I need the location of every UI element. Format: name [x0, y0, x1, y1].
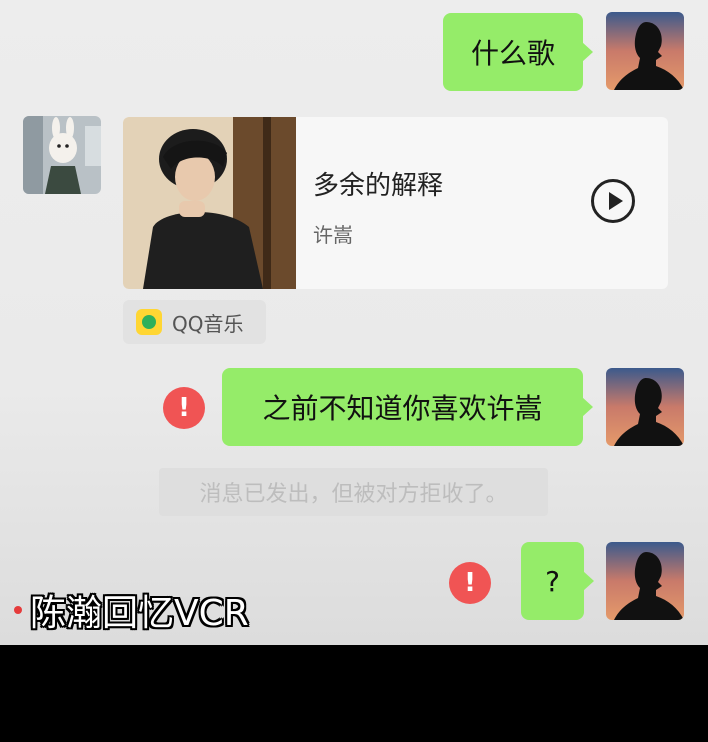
rejection-notice: 消息已发出，但被对方拒收了。: [159, 468, 548, 516]
play-icon[interactable]: [591, 179, 635, 223]
silhouette-avatar-image: [606, 542, 684, 620]
black-bottom-bar: [0, 645, 708, 742]
song-title: 多余的解释: [313, 171, 444, 201]
sent-message-bubble[interactable]: ?: [521, 542, 594, 620]
qq-music-icon: [136, 309, 162, 335]
source-label: QQ音乐: [172, 311, 244, 336]
exclamation-icon[interactable]: !: [449, 562, 491, 604]
song-artist: 许嵩: [313, 223, 353, 247]
silhouette-avatar-image: [606, 368, 684, 446]
message-text: 什么歌: [470, 37, 555, 70]
rabbit-costume-avatar-image: [23, 116, 101, 194]
caption-text: 陈瀚回忆VCR: [30, 593, 249, 634]
sent-message-bubble[interactable]: 什么歌: [443, 13, 593, 91]
message-text: 之前不知道你喜欢许嵩: [262, 392, 543, 425]
exclamation-icon[interactable]: !: [163, 387, 205, 429]
music-share-card[interactable]: 多余的解释 许嵩: [123, 117, 668, 289]
silhouette-avatar-image: [606, 12, 684, 90]
album-cover: [123, 117, 296, 289]
my-avatar[interactable]: [606, 542, 684, 620]
sent-message-bubble[interactable]: 之前不知道你喜欢许嵩: [222, 368, 593, 446]
friend-avatar[interactable]: [23, 116, 101, 194]
message-text: ?: [545, 564, 560, 598]
chat-area: 什么歌 多余的解释 许嵩 QQ音乐 ! 之前不知道你喜欢许嵩 消息已发出，但被对…: [0, 0, 708, 645]
my-avatar[interactable]: [606, 12, 684, 90]
music-source-tag[interactable]: QQ音乐: [123, 300, 266, 344]
my-avatar[interactable]: [606, 368, 684, 446]
video-caption: 陈瀚回忆VCR: [14, 584, 249, 636]
caption-dot: [14, 606, 22, 614]
